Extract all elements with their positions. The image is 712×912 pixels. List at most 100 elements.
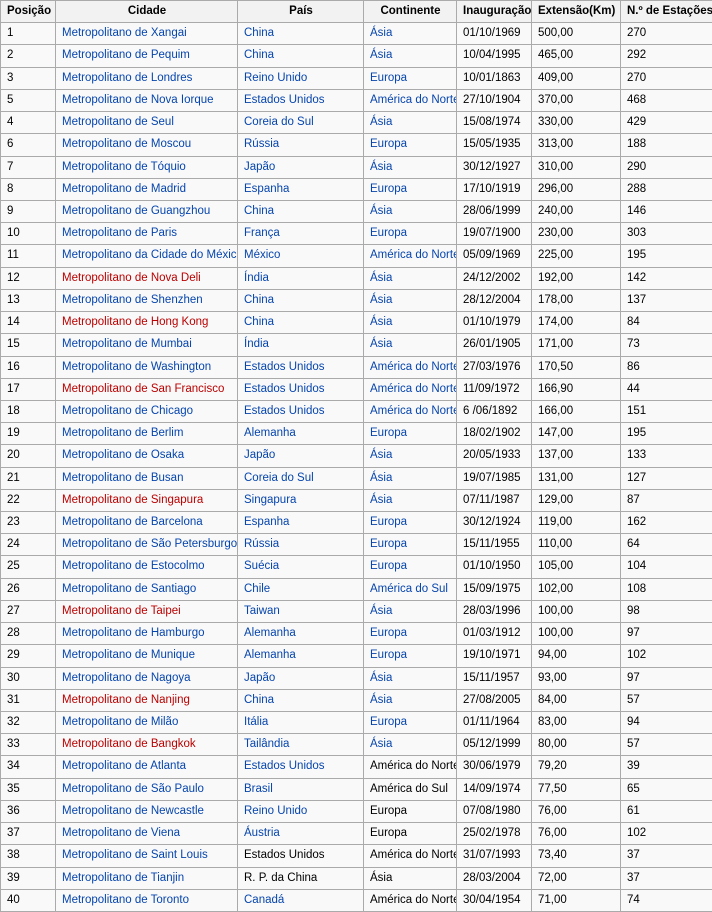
cell-pais[interactable]: Chile: [238, 578, 364, 600]
cell-pais[interactable]: Japão: [238, 445, 364, 467]
column-header-pais[interactable]: País: [238, 1, 364, 23]
link-cidade[interactable]: Metropolitano de Santiago: [62, 583, 196, 595]
link-cidade[interactable]: Metropolitano de Chicago: [62, 405, 193, 417]
cell-continente[interactable]: Ásia: [364, 445, 457, 467]
cell-pais[interactable]: Taiwan: [238, 600, 364, 622]
link-pais[interactable]: Rússia: [244, 138, 279, 150]
link-cidade[interactable]: Metropolitano de Londres: [62, 72, 192, 84]
link-cidade[interactable]: Metropolitano de Estocolmo: [62, 560, 205, 572]
link-pais[interactable]: Estados Unidos: [244, 405, 325, 417]
cell-pais[interactable]: Estados Unidos: [238, 756, 364, 778]
link-cidade[interactable]: Metropolitano da Cidade do México: [62, 249, 238, 261]
cell-cidade[interactable]: Metropolitano de Nanjing: [56, 689, 238, 711]
link-cidade[interactable]: Metropolitano de Pequim: [62, 49, 190, 61]
cell-continente[interactable]: Ásia: [364, 312, 457, 334]
cell-pais[interactable]: Suécia: [238, 556, 364, 578]
cell-pais[interactable]: Alemanha: [238, 645, 364, 667]
link-continente[interactable]: Europa: [370, 427, 407, 439]
cell-cidade[interactable]: Metropolitano de São Petersburgo: [56, 534, 238, 556]
link-cidade[interactable]: Metropolitano de Washington: [62, 361, 211, 373]
link-cidade[interactable]: Metropolitano de Nova Iorque: [62, 94, 214, 106]
link-cidade[interactable]: Metropolitano de Seul: [62, 116, 174, 128]
cell-cidade[interactable]: Metropolitano de Paris: [56, 223, 238, 245]
cell-continente[interactable]: Europa: [364, 423, 457, 445]
cell-continente[interactable]: Europa: [364, 134, 457, 156]
cell-continente[interactable]: Europa: [364, 67, 457, 89]
link-cidade[interactable]: Metropolitano de Toronto: [62, 894, 189, 906]
cell-cidade[interactable]: Metropolitano de Bangkok: [56, 734, 238, 756]
cell-cidade[interactable]: Metropolitano de Taipei: [56, 600, 238, 622]
link-pais[interactable]: Singapura: [244, 494, 296, 506]
link-pais[interactable]: Rússia: [244, 538, 279, 550]
link-continente[interactable]: Ásia: [370, 316, 392, 328]
link-cidade[interactable]: Metropolitano de Munique: [62, 649, 195, 661]
link-pais[interactable]: Taiwan: [244, 605, 280, 617]
link-pais[interactable]: Estados Unidos: [244, 94, 325, 106]
link-cidade[interactable]: Metropolitano de Barcelona: [62, 516, 203, 528]
cell-pais[interactable]: Singapura: [238, 489, 364, 511]
link-cidade[interactable]: Metropolitano de Saint Louis: [62, 849, 208, 861]
link-pais[interactable]: Espanha: [244, 516, 289, 528]
link-cidade[interactable]: Metropolitano de Shenzhen: [62, 294, 203, 306]
link-pais[interactable]: Brasil: [244, 783, 273, 795]
link-cidade[interactable]: Metropolitano de Nanjing: [62, 694, 190, 706]
link-pais[interactable]: Tailândia: [244, 738, 289, 750]
link-pais[interactable]: Chile: [244, 583, 270, 595]
link-cidade[interactable]: Metropolitano de Viena: [62, 827, 180, 839]
cell-pais[interactable]: Espanha: [238, 512, 364, 534]
link-cidade[interactable]: Metropolitano de Hamburgo: [62, 627, 205, 639]
cell-pais[interactable]: Coreia do Sul: [238, 112, 364, 134]
link-pais[interactable]: Coreia do Sul: [244, 472, 314, 484]
link-continente[interactable]: Ásia: [370, 27, 392, 39]
cell-cidade[interactable]: Metropolitano de Atlanta: [56, 756, 238, 778]
cell-pais[interactable]: França: [238, 223, 364, 245]
link-pais[interactable]: China: [244, 49, 274, 61]
link-pais[interactable]: Reino Unido: [244, 72, 307, 84]
link-pais[interactable]: Índia: [244, 272, 269, 284]
link-cidade[interactable]: Metropolitano de Newcastle: [62, 805, 204, 817]
cell-cidade[interactable]: Metropolitano de Santiago: [56, 578, 238, 600]
column-header-posicao[interactable]: Posição: [1, 1, 56, 23]
link-continente[interactable]: Ásia: [370, 672, 392, 684]
link-cidade[interactable]: Metropolitano de Mumbai: [62, 338, 192, 350]
cell-continente[interactable]: Ásia: [364, 334, 457, 356]
link-continente[interactable]: Ásia: [370, 338, 392, 350]
link-pais[interactable]: Coreia do Sul: [244, 116, 314, 128]
link-continente[interactable]: América do Norte: [370, 249, 457, 261]
link-continente[interactable]: Europa: [370, 649, 407, 661]
link-cidade[interactable]: Metropolitano de Singapura: [62, 494, 203, 506]
link-continente[interactable]: Europa: [370, 72, 407, 84]
cell-pais[interactable]: Reino Unido: [238, 800, 364, 822]
link-continente[interactable]: Ásia: [370, 472, 392, 484]
cell-continente[interactable]: Europa: [364, 178, 457, 200]
cell-cidade[interactable]: Metropolitano de Seul: [56, 112, 238, 134]
cell-pais[interactable]: China: [238, 312, 364, 334]
link-continente[interactable]: Ásia: [370, 494, 392, 506]
cell-pais[interactable]: Japão: [238, 156, 364, 178]
link-pais[interactable]: Japão: [244, 449, 275, 461]
cell-cidade[interactable]: Metropolitano de Guangzhou: [56, 200, 238, 222]
link-continente[interactable]: Ásia: [370, 49, 392, 61]
link-pais[interactable]: Reino Unido: [244, 805, 307, 817]
link-cidade[interactable]: Metropolitano de Hong Kong: [62, 316, 208, 328]
cell-continente[interactable]: Ásia: [364, 734, 457, 756]
column-header-continente[interactable]: Continente: [364, 1, 457, 23]
column-header-cidade[interactable]: Cidade: [56, 1, 238, 23]
link-continente[interactable]: Ásia: [370, 294, 392, 306]
cell-continente[interactable]: Ásia: [364, 267, 457, 289]
link-cidade[interactable]: Metropolitano de Xangai: [62, 27, 187, 39]
link-cidade[interactable]: Metropolitano de Moscou: [62, 138, 191, 150]
cell-pais[interactable]: Japão: [238, 667, 364, 689]
link-continente[interactable]: América do Norte: [370, 94, 457, 106]
cell-continente[interactable]: América do Norte: [364, 378, 457, 400]
cell-cidade[interactable]: Metropolitano de Singapura: [56, 489, 238, 511]
cell-pais[interactable]: Alemanha: [238, 623, 364, 645]
link-continente[interactable]: Ásia: [370, 738, 392, 750]
cell-continente[interactable]: Europa: [364, 512, 457, 534]
link-pais[interactable]: Alemanha: [244, 627, 296, 639]
cell-continente[interactable]: Ásia: [364, 667, 457, 689]
link-continente[interactable]: Ásia: [370, 116, 392, 128]
cell-pais[interactable]: Estados Unidos: [238, 89, 364, 111]
link-continente[interactable]: Europa: [370, 138, 407, 150]
link-pais[interactable]: Espanha: [244, 183, 289, 195]
